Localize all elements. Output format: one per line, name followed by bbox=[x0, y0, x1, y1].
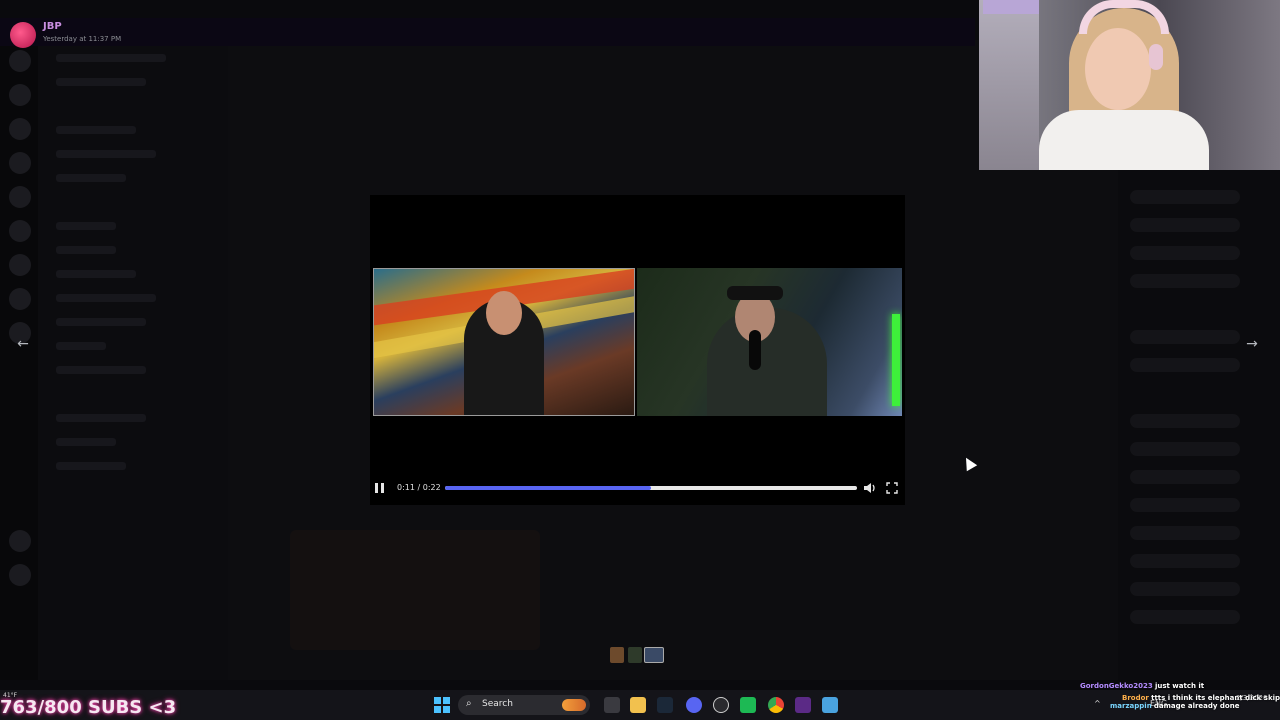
attachment-thumbnails bbox=[610, 645, 664, 667]
channel-item bbox=[56, 150, 156, 158]
channel-item bbox=[56, 54, 166, 62]
chat-text: just watch it bbox=[1154, 682, 1205, 690]
video-frame[interactable] bbox=[373, 268, 903, 418]
channel-item bbox=[56, 246, 116, 254]
chat-message: GordonGekko2023 just watch it bbox=[1080, 680, 1280, 692]
player-controls: 0:11 / 0:22 bbox=[370, 478, 905, 498]
thumbnail[interactable] bbox=[610, 647, 624, 663]
progress-bar[interactable] bbox=[445, 486, 857, 490]
stream-chat: GordonGekko2023 just watch it Brodor ttt… bbox=[1080, 680, 1280, 720]
task-view-icon[interactable] bbox=[604, 697, 620, 713]
member-item bbox=[1130, 610, 1240, 624]
taskbar-search[interactable]: ⌕ Search bbox=[458, 695, 590, 715]
member-item bbox=[1130, 218, 1240, 232]
obs-icon[interactable] bbox=[713, 697, 729, 713]
previous-arrow-icon[interactable]: ← bbox=[13, 334, 33, 354]
volume-icon[interactable] bbox=[862, 478, 878, 501]
search-icon: ⌕ bbox=[466, 698, 472, 709]
left-camera-feed bbox=[373, 268, 635, 416]
member-item bbox=[1130, 470, 1240, 484]
playback-time: 0:11 / 0:22 bbox=[397, 483, 441, 492]
channel-item bbox=[56, 438, 116, 446]
server-icon bbox=[9, 118, 31, 140]
member-item bbox=[1130, 358, 1240, 372]
member-item bbox=[1130, 582, 1240, 596]
webcam-overlay bbox=[979, 0, 1280, 170]
channel-item bbox=[56, 366, 146, 374]
next-arrow-icon[interactable]: → bbox=[1242, 334, 1262, 354]
right-camera-feed bbox=[637, 268, 902, 416]
member-list bbox=[1118, 170, 1280, 680]
spotify-icon[interactable] bbox=[740, 697, 756, 713]
viewer-header bbox=[0, 18, 975, 46]
channel-item bbox=[56, 174, 126, 182]
member-item bbox=[1130, 526, 1240, 540]
server-icon bbox=[9, 288, 31, 310]
subs-goal-overlay: 763/800 SUBS <3 bbox=[0, 697, 177, 718]
member-item bbox=[1130, 554, 1240, 568]
channel-item bbox=[56, 126, 136, 134]
search-label: Search bbox=[482, 699, 513, 709]
chat-text: damage already done bbox=[1153, 702, 1240, 710]
member-item bbox=[1130, 246, 1240, 260]
member-item bbox=[1130, 414, 1240, 428]
attachment-preview bbox=[290, 530, 540, 650]
message-timestamp: Yesterday at 11:37 PM bbox=[43, 35, 122, 43]
windows-start-icon[interactable] bbox=[434, 697, 450, 713]
chat-username: GordonGekko2023 bbox=[1080, 682, 1153, 690]
chat-username: marzappin bbox=[1110, 702, 1152, 710]
progress-fill bbox=[445, 486, 651, 490]
server-icon bbox=[9, 152, 31, 174]
server-icon bbox=[9, 220, 31, 242]
server-icon bbox=[9, 84, 31, 106]
server-icon bbox=[9, 50, 31, 72]
server-icon bbox=[9, 186, 31, 208]
discord-icon[interactable] bbox=[686, 697, 702, 713]
thumbnail[interactable] bbox=[628, 647, 642, 663]
chrome-icon[interactable] bbox=[768, 697, 784, 713]
channel-item bbox=[56, 462, 126, 470]
notepad-icon[interactable] bbox=[822, 697, 838, 713]
channel-item bbox=[56, 78, 146, 86]
server-icon bbox=[9, 530, 31, 552]
channel-item bbox=[56, 222, 116, 230]
channel-list bbox=[38, 40, 228, 680]
member-item bbox=[1130, 330, 1240, 344]
screen: JBP Yesterday at 11:37 PM 0:11 / 0:22 ← … bbox=[0, 0, 1280, 720]
app-icon[interactable] bbox=[795, 697, 811, 713]
avatar[interactable] bbox=[10, 22, 36, 48]
channel-item bbox=[56, 414, 146, 422]
steam-icon[interactable] bbox=[657, 697, 673, 713]
file-explorer-icon[interactable] bbox=[630, 697, 646, 713]
channel-item bbox=[56, 318, 146, 326]
channel-item bbox=[56, 270, 136, 278]
member-item bbox=[1130, 442, 1240, 456]
server-icon bbox=[9, 564, 31, 586]
channel-item bbox=[56, 294, 156, 302]
server-list bbox=[0, 40, 38, 680]
fullscreen-icon[interactable] bbox=[884, 478, 900, 501]
member-item bbox=[1130, 498, 1240, 512]
server-icon bbox=[9, 254, 31, 276]
thumbnail-selected[interactable] bbox=[644, 647, 664, 663]
channel-item bbox=[56, 342, 106, 350]
member-item bbox=[1130, 274, 1240, 288]
message-author[interactable]: JBP bbox=[43, 21, 62, 32]
member-item bbox=[1130, 190, 1240, 204]
headset bbox=[1079, 0, 1169, 34]
